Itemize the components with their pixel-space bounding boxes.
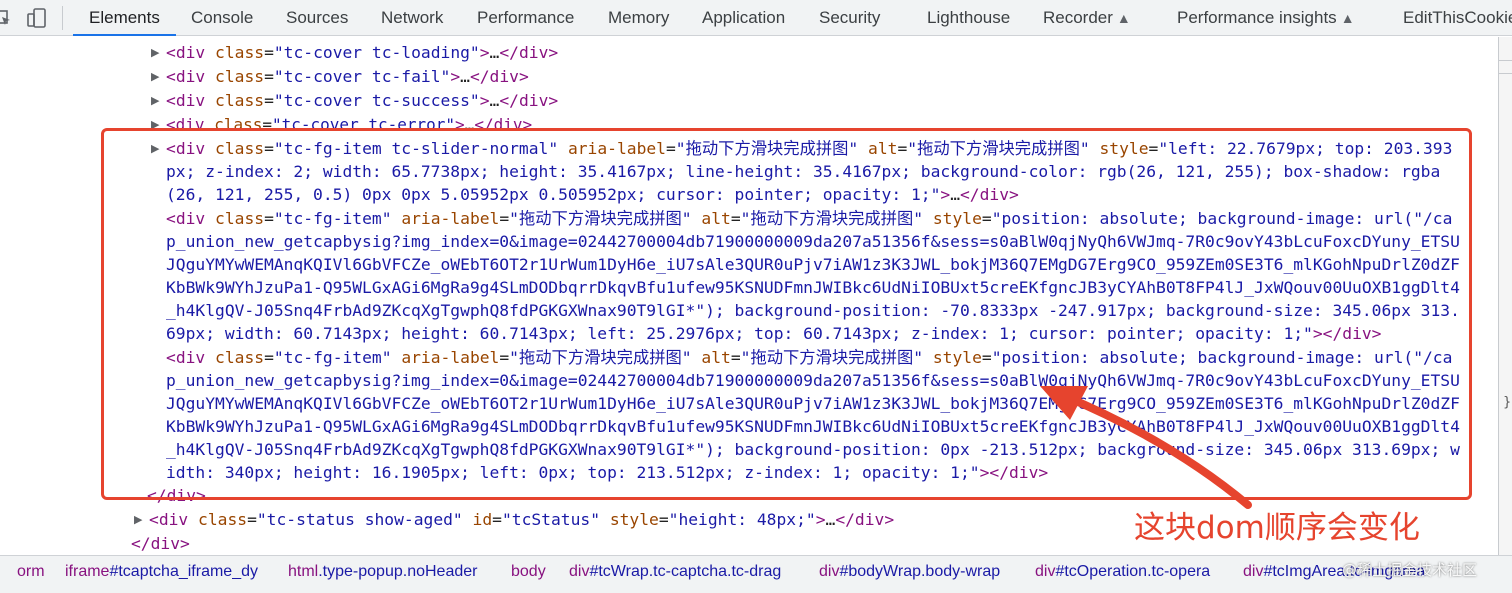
breadcrumb-item[interactable]: orm bbox=[17, 556, 45, 587]
ellipsis: … bbox=[825, 510, 836, 529]
highlight-box bbox=[101, 128, 1472, 500]
attr-eq: = bbox=[492, 510, 502, 529]
tab-lighthouse[interactable]: Lighthouse bbox=[927, 0, 1010, 35]
crumb-node: div bbox=[819, 563, 840, 580]
side-panel-tab[interactable] bbox=[1498, 60, 1512, 74]
tag-name: div bbox=[158, 510, 189, 529]
annotation-text: 这块dom顺序会变化 bbox=[1134, 510, 1420, 546]
attr-name: class bbox=[198, 510, 248, 529]
attr-value: "tc-status show-aged" bbox=[256, 510, 463, 529]
crumb-class: #tcWrap.tc-captcha.tc-drag bbox=[589, 563, 782, 580]
flask-icon: ▲ bbox=[1116, 10, 1131, 26]
tab-memory[interactable]: Memory bbox=[608, 0, 669, 35]
inspect-element-icon[interactable] bbox=[0, 8, 12, 28]
attr-eq: = bbox=[658, 510, 669, 529]
dom-node-tc-status[interactable]: <div class="tc-status show-aged" id="tcS… bbox=[149, 508, 894, 531]
expand-triangle-icon[interactable]: ▶ bbox=[134, 508, 142, 531]
tab-editthiscookie[interactable]: EditThisCookie bbox=[1403, 0, 1512, 35]
attr-name: style bbox=[609, 510, 659, 529]
crumb-node: body bbox=[511, 563, 546, 580]
tab-elements[interactable]: Elements bbox=[73, 0, 176, 36]
dom-close-tag[interactable]: </div> bbox=[131, 532, 190, 555]
devtools-toolbar: Elements Console Sources Network Perform… bbox=[0, 0, 1512, 36]
toolbar-divider bbox=[62, 6, 63, 30]
attr-name: id bbox=[472, 510, 493, 529]
tab-performance-insights-label: Performance insights bbox=[1177, 8, 1337, 27]
crumb-node: div bbox=[569, 563, 590, 580]
crumb-class: #tcOperation.tc-opera bbox=[1055, 563, 1211, 580]
crumb-class: .type-popup.noHeader bbox=[318, 563, 478, 580]
tab-performance-insights[interactable]: Performance insights ▲ bbox=[1177, 0, 1355, 35]
crumb-node: iframe bbox=[65, 563, 110, 580]
breadcrumb-item[interactable]: div#bodyWrap.body-wrap bbox=[819, 556, 1000, 587]
device-toolbar-icon[interactable] bbox=[27, 8, 47, 28]
crumb-node: div bbox=[1035, 563, 1056, 580]
flask-icon: ▲ bbox=[1340, 10, 1355, 26]
tab-console[interactable]: Console bbox=[191, 0, 253, 35]
breadcrumb-item[interactable]: body bbox=[511, 556, 546, 587]
breadcrumb-item[interactable]: html.type-popup.noHeader bbox=[288, 556, 477, 587]
tag-close: > bbox=[815, 510, 826, 529]
breadcrumb-item[interactable]: iframe#tcaptcha_iframe_dy bbox=[65, 556, 258, 587]
tab-sources[interactable]: Sources bbox=[286, 0, 348, 35]
tag-end: </div> bbox=[835, 510, 895, 529]
attr-value: "tcStatus" bbox=[501, 510, 600, 529]
breadcrumb: orm iframe#tcaptcha_iframe_dy html.type-… bbox=[0, 555, 1512, 593]
tab-security[interactable]: Security bbox=[819, 0, 880, 35]
tab-network[interactable]: Network bbox=[381, 0, 443, 35]
attr-eq: = bbox=[247, 510, 257, 529]
breadcrumb-item[interactable]: div#tcWrap.tc-captcha.tc-drag bbox=[569, 556, 781, 587]
crumb-node: html bbox=[288, 563, 319, 580]
tag-open: <div bbox=[149, 510, 188, 529]
side-panel-brace-icon: } bbox=[1503, 395, 1512, 410]
tab-recorder[interactable]: Recorder ▲ bbox=[1043, 0, 1131, 35]
watermark: @稀土掘金技术社区 bbox=[1342, 561, 1478, 579]
breadcrumb-item[interactable]: div#tcOperation.tc-opera bbox=[1035, 556, 1210, 587]
attr-value: "height: 48px;" bbox=[668, 510, 816, 529]
tag-bracket: < bbox=[149, 510, 159, 529]
crumb-node: orm bbox=[17, 563, 45, 580]
tab-recorder-label: Recorder bbox=[1043, 8, 1113, 27]
crumb-class: #tcaptcha_iframe_dy bbox=[109, 563, 258, 580]
crumb-class: #bodyWrap.body-wrap bbox=[839, 563, 1001, 580]
crumb-node: div bbox=[1243, 563, 1264, 580]
side-panel-edge bbox=[1498, 37, 1512, 555]
tab-performance[interactable]: Performance bbox=[477, 0, 574, 35]
tab-application[interactable]: Application bbox=[702, 0, 785, 35]
